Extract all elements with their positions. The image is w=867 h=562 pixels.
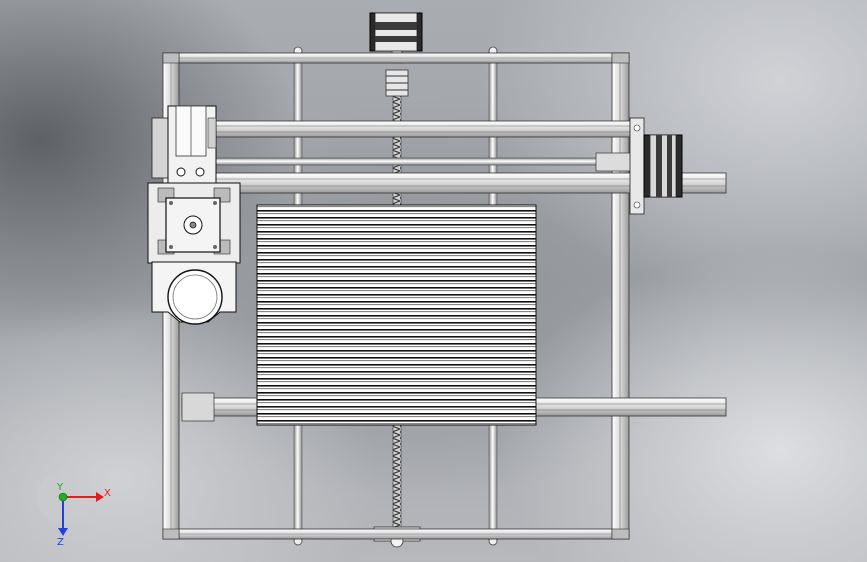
- cnc-machine-top-view: X Y Z: [37, 12, 727, 548]
- coordinate-triad: X Y Z: [37, 471, 111, 548]
- z-axis-label: Z: [57, 537, 64, 548]
- stepper-motor-carriage: [165, 197, 221, 253]
- x-rod: [214, 157, 631, 166]
- y-axis-label: Y: [56, 482, 64, 493]
- y-axis-dot: [58, 492, 68, 502]
- slotted-bed: [256, 204, 537, 426]
- x-axis-label: X: [104, 488, 111, 499]
- cad-viewport[interactable]: X Y Z: [0, 0, 867, 562]
